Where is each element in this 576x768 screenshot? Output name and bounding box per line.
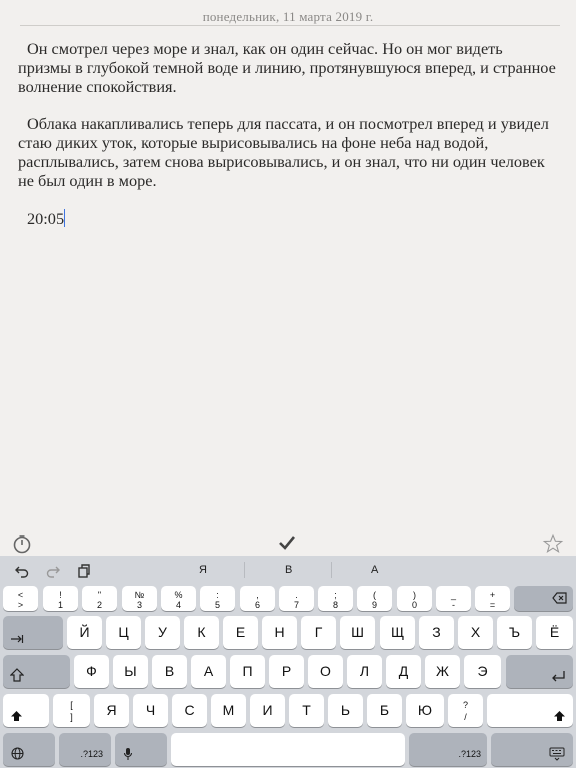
key-letter[interactable]: Д <box>386 655 421 688</box>
suggestion-2[interactable]: В <box>285 564 292 576</box>
text-editor[interactable]: Он смотрел через море и знал, как он оди… <box>18 39 558 229</box>
tab-icon <box>11 635 24 643</box>
suggestion-3[interactable]: А <box>371 564 378 576</box>
key-number[interactable]: :5 <box>200 586 235 611</box>
key-letter[interactable]: О <box>308 655 343 688</box>
key-letter[interactable]: И <box>250 694 285 727</box>
return-icon <box>552 671 565 682</box>
key-letter[interactable]: Ц <box>106 616 141 649</box>
key-number[interactable]: % 4 <box>161 586 196 611</box>
key-letter[interactable]: Е <box>223 616 258 649</box>
key-letter[interactable]: Ж <box>425 655 460 688</box>
key-number[interactable]: № 3 <box>122 586 157 611</box>
backspace-key[interactable] <box>514 586 573 611</box>
key-letter[interactable]: У <box>145 616 180 649</box>
time-line[interactable]: 20:05 <box>18 209 558 229</box>
key-number[interactable]: + = <box>475 586 510 611</box>
time-text[interactable]: 20:05 <box>27 209 64 228</box>
key-number[interactable]: ,6 <box>240 586 275 611</box>
star-icon[interactable] <box>542 533 564 555</box>
shift-icon <box>11 711 22 721</box>
key-letter[interactable]: Р <box>269 655 304 688</box>
keyboard-toolbar: Я В А <box>0 556 576 585</box>
key-number[interactable]: ; 8 <box>318 586 353 611</box>
microphone-icon <box>123 748 133 760</box>
key-letter[interactable]: К <box>184 616 219 649</box>
suggestion-1[interactable]: Я <box>199 564 207 576</box>
globe-icon <box>11 747 24 760</box>
key-letter[interactable]: Ч <box>133 694 168 727</box>
key-letter[interactable]: Ъ <box>497 616 532 649</box>
shift-icon <box>554 711 565 721</box>
return-key[interactable] <box>506 655 573 688</box>
key-letter[interactable]: Я <box>94 694 129 727</box>
key-letter[interactable]: Ш <box>340 616 375 649</box>
key-letter[interactable]: П <box>230 655 265 688</box>
key-letter[interactable]: Г <box>301 616 336 649</box>
number-switch-right[interactable]: .?123 <box>409 733 487 766</box>
keyboard-dismiss-icon <box>549 747 565 761</box>
backspace-icon <box>552 592 567 604</box>
microphone-key[interactable] <box>115 733 167 766</box>
header: понедельник, 11 марта 2019 г. <box>0 0 576 26</box>
clipboard-icon[interactable] <box>76 563 92 579</box>
key-bracket[interactable]: [] <box>53 694 90 727</box>
key-number[interactable]: (9 <box>357 586 392 611</box>
keyboard: Я В А < > ! 1 " 2 № 3 % 4 :5 ,6 .7 ; 8 (9 ) 0 _… <box>0 556 576 768</box>
check-icon[interactable] <box>277 533 297 553</box>
key-number[interactable]: _ - <box>436 586 471 611</box>
editor-toolbar <box>0 530 576 556</box>
key-letter[interactable]: В <box>152 655 187 688</box>
redo-icon[interactable] <box>45 563 61 579</box>
suggestion-divider <box>331 562 332 578</box>
undo-icon[interactable] <box>14 563 30 579</box>
caps-lock-key[interactable] <box>3 655 70 688</box>
caps-icon <box>10 668 24 682</box>
date-title: понедельник, 11 марта 2019 г. <box>202 9 374 24</box>
shift-right-key[interactable] <box>487 694 573 727</box>
key-number[interactable]: .7 <box>279 586 314 611</box>
key-letter[interactable]: Т <box>289 694 324 727</box>
text-caret <box>64 209 66 228</box>
key-letter[interactable]: Ф <box>74 655 109 688</box>
suggestion-divider <box>244 562 245 578</box>
key-letter[interactable]: М <box>211 694 246 727</box>
key-symbol[interactable]: ? / <box>448 694 483 727</box>
timer-icon[interactable] <box>12 534 32 554</box>
key-number[interactable]: ! 1 <box>43 586 78 611</box>
globe-key[interactable] <box>3 733 55 766</box>
number-switch-left[interactable]: .?123 <box>59 733 111 766</box>
key-letter[interactable]: Ё <box>536 616 573 649</box>
keyboard-dismiss-key[interactable] <box>491 733 573 766</box>
key-number[interactable]: < > <box>3 586 38 611</box>
key-letter[interactable]: Л <box>347 655 382 688</box>
key-letter[interactable]: Э <box>464 655 501 688</box>
key-letter[interactable]: А <box>191 655 226 688</box>
tab-key[interactable] <box>3 616 63 649</box>
key-letter[interactable]: Н <box>262 616 297 649</box>
key-letter[interactable]: Й <box>67 616 102 649</box>
key-number[interactable]: ) 0 <box>397 586 432 611</box>
paragraph-2[interactable]: Облака накапливались теперь для пассата,… <box>18 114 558 190</box>
shift-left-key[interactable] <box>3 694 49 727</box>
key-number[interactable]: " 2 <box>82 586 117 611</box>
key-letter[interactable]: С <box>172 694 207 727</box>
key-letter[interactable]: Б <box>367 694 402 727</box>
key-letter[interactable]: З <box>419 616 454 649</box>
space-bar[interactable] <box>171 733 405 766</box>
key-letter[interactable]: Щ <box>380 616 415 649</box>
key-letter[interactable]: Х <box>458 616 493 649</box>
key-letter[interactable]: Ы <box>113 655 148 688</box>
paragraph-1[interactable]: Он смотрел через море и знал, как он оди… <box>18 39 558 96</box>
key-letter[interactable]: Ь <box>328 694 363 727</box>
key-letter[interactable]: Ю <box>406 694 444 727</box>
header-divider <box>20 25 560 26</box>
